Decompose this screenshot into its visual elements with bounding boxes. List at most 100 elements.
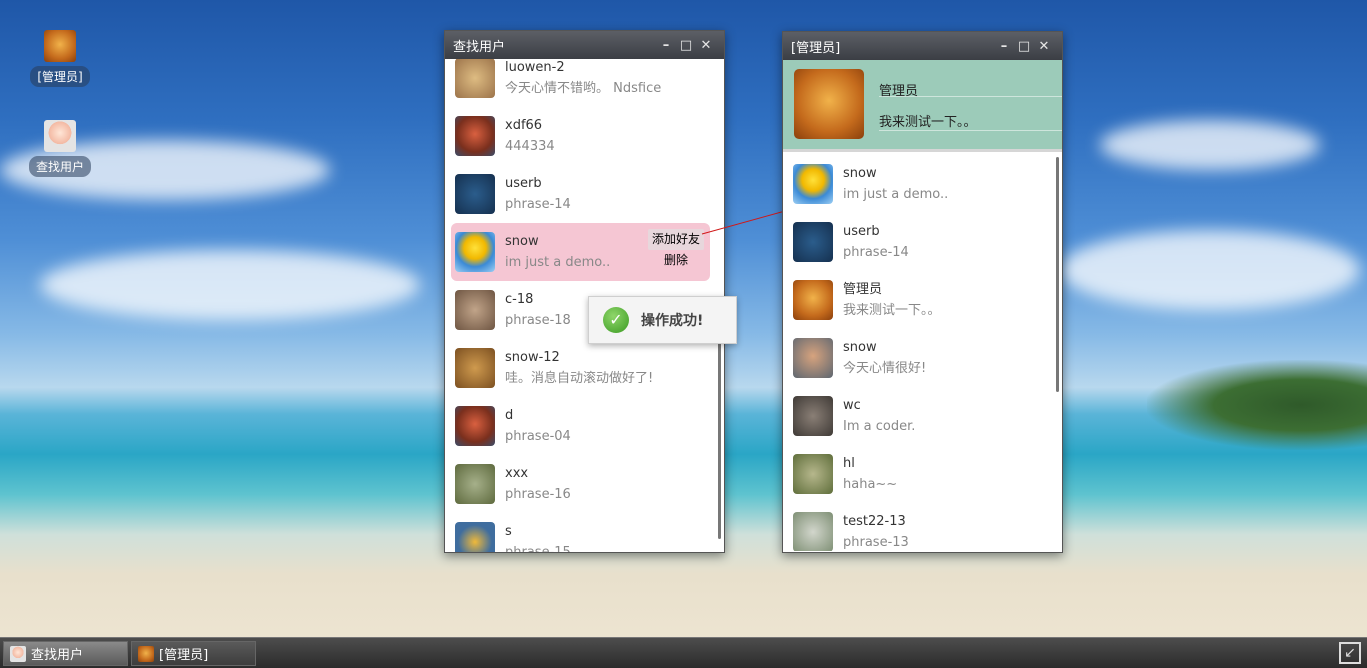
close-button[interactable]: ✕ <box>696 38 716 53</box>
admin-avatar-icon <box>44 30 76 62</box>
user-name: d <box>505 408 514 423</box>
close-button[interactable]: ✕ <box>1034 39 1054 54</box>
wallpaper-cloud <box>40 250 420 320</box>
desktop-icon-admin[interactable]: [管理员] <box>25 30 95 87</box>
user-avatar <box>793 164 833 204</box>
user-phrase: 今天心情不错哟。 Ndsfice <box>505 81 662 96</box>
delete-button[interactable]: 删除 <box>648 250 704 271</box>
list-item[interactable]: s phrase-15 <box>445 513 724 552</box>
user-avatar <box>793 454 833 494</box>
minimize-button[interactable]: – <box>656 38 676 53</box>
user-name: xdf66 <box>505 118 543 133</box>
add-friend-button[interactable]: 添加好友 <box>647 229 704 250</box>
list-item[interactable]: snow-12 哇。消息自动滚动做好了! <box>445 339 724 397</box>
wallpaper-cloud <box>1100 120 1320 170</box>
user-avatar <box>793 512 833 551</box>
admin-avatar-icon <box>138 645 154 662</box>
user-name: userb <box>843 224 880 239</box>
window-titlebar[interactable]: 查找用户 – □ ✕ <box>445 31 724 59</box>
user-phrase: Im a coder. <box>843 419 916 434</box>
success-toast: ✓ 操作成功! <box>588 296 737 344</box>
friend-item[interactable]: 管理员我来测试一下。。 <box>783 271 1062 329</box>
friend-item[interactable]: test22-13 phrase-13 <box>783 503 1062 551</box>
user-name: test22-13 <box>843 514 906 529</box>
user-phrase: haha~~ <box>843 477 898 492</box>
user-phrase: 哇。消息自动滚动做好了! <box>505 371 654 386</box>
list-item[interactable]: userb phrase-14 <box>445 165 724 223</box>
user-avatar <box>793 222 833 262</box>
list-item[interactable]: luowen-2 今天心情不错哟。 Ndsfice <box>445 59 724 107</box>
user-name: snow-12 <box>505 350 560 365</box>
user-phrase: phrase-14 <box>505 197 571 212</box>
user-name: snow <box>505 234 539 249</box>
show-desktop-button[interactable]: ↙ <box>1339 642 1361 664</box>
check-icon: ✓ <box>603 307 629 333</box>
user-name: userb <box>505 176 542 191</box>
admin-window: [管理员] – □ ✕ 管理员 我来测试一下。。 snow im just a d… <box>782 31 1063 553</box>
find-user-icon <box>10 645 26 662</box>
user-avatar <box>455 116 495 156</box>
user-name: s <box>505 524 512 539</box>
friend-item[interactable]: wc Im a coder. <box>783 387 1062 445</box>
user-avatar <box>455 464 495 504</box>
scrollbar[interactable] <box>1056 157 1059 392</box>
user-name: luowen-2 <box>505 60 565 75</box>
wallpaper-island <box>1147 360 1367 450</box>
user-name: wc <box>843 398 861 413</box>
wallpaper-cloud <box>1060 230 1360 310</box>
desktop-icon-label: 查找用户 <box>28 156 91 177</box>
user-phrase: 444334 <box>505 139 555 154</box>
minimize-button[interactable]: – <box>994 39 1014 54</box>
user-avatar <box>455 290 495 330</box>
friend-item[interactable]: snow 今天心情很好! <box>783 329 1062 387</box>
user-name: 管理员 <box>843 282 883 297</box>
user-phrase: phrase-15 <box>505 542 571 552</box>
list-item[interactable]: xxx phrase-16 <box>445 455 724 513</box>
user-avatar <box>793 338 833 378</box>
friend-item[interactable]: userb phrase-14 <box>783 213 1062 271</box>
user-phrase: 我来测试一下。。 <box>843 303 941 318</box>
profile-signature[interactable]: 我来测试一下。。 <box>879 111 977 130</box>
user-avatar <box>455 174 495 214</box>
user-phrase: im just a demo.. <box>505 255 611 270</box>
list-item[interactable]: xdf66 444334 <box>445 107 724 165</box>
user-phrase: phrase-04 <box>505 429 571 444</box>
user-phrase: phrase-14 <box>843 245 909 260</box>
desktop-icon-find-user[interactable]: 查找用户 <box>25 120 95 177</box>
user-avatar <box>793 396 833 436</box>
user-phrase: phrase-18 <box>505 313 571 328</box>
taskbar-item-label: [管理员] <box>159 648 209 663</box>
maximize-button[interactable]: □ <box>1014 39 1034 54</box>
user-avatar <box>455 232 495 272</box>
taskbar-item-admin[interactable]: [管理员] <box>131 641 256 666</box>
friend-item[interactable]: hl haha~~ <box>783 445 1062 503</box>
user-name: c-18 <box>505 292 534 307</box>
taskbar-item-label: 查找用户 <box>31 648 84 663</box>
find-user-window: 查找用户 – □ ✕ luowen-2 今天心情不错哟。 Ndsfice xdf6… <box>444 30 725 553</box>
user-phrase: phrase-16 <box>505 487 571 502</box>
profile-avatar[interactable] <box>794 69 864 139</box>
list-item-selected[interactable]: snow im just a demo.. 添加好友 删除 <box>451 223 710 281</box>
user-avatar <box>793 280 833 320</box>
maximize-button[interactable]: □ <box>676 38 696 53</box>
user-avatar <box>455 406 495 446</box>
taskbar: 查找用户 [管理员] ↙ <box>0 637 1367 668</box>
user-name: hl <box>843 456 855 471</box>
user-name: snow <box>843 166 877 181</box>
window-titlebar[interactable]: [管理员] – □ ✕ <box>783 32 1062 60</box>
user-phrase: phrase-13 <box>843 535 909 550</box>
toast-message: 操作成功! <box>641 313 704 329</box>
user-name: snow <box>843 340 877 355</box>
user-avatar <box>455 348 495 388</box>
user-phrase: 今天心情很好! <box>843 361 927 376</box>
taskbar-item-find-user[interactable]: 查找用户 <box>3 641 128 666</box>
window-title: 查找用户 <box>453 39 506 55</box>
window-title: [管理员] <box>791 40 841 56</box>
desktop-icon-label: [管理员] <box>30 66 90 87</box>
friend-item[interactable]: snow im just a demo.. <box>783 155 1062 213</box>
list-item[interactable]: d phrase-04 <box>445 397 724 455</box>
user-phrase: im just a demo.. <box>843 187 949 202</box>
user-name: xxx <box>505 466 529 481</box>
find-user-icon <box>44 120 76 152</box>
user-avatar <box>455 522 495 552</box>
